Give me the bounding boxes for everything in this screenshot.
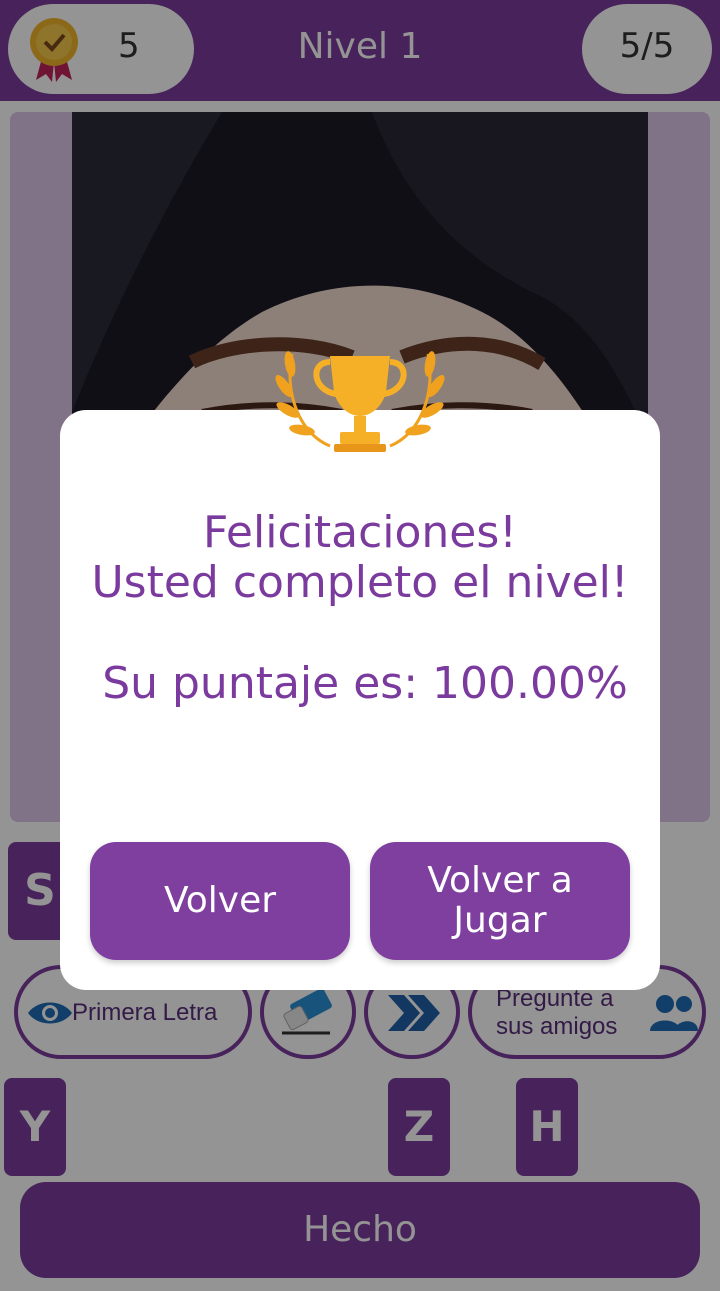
- back-button[interactable]: Volver: [90, 842, 350, 960]
- trophy-icon: [275, 351, 445, 452]
- dialog-title: Felicitaciones! Usted completo el nivel!: [60, 508, 660, 608]
- play-again-button[interactable]: Volver a Jugar: [370, 842, 630, 960]
- score-text: Su puntaje es: 100.00%: [102, 658, 628, 709]
- play-again-line2: Jugar: [453, 900, 547, 941]
- dialog-title-line1: Felicitaciones!: [203, 507, 517, 558]
- dialog-title-line2: Usted completo el nivel!: [91, 557, 629, 608]
- play-again-line1: Volver a: [427, 860, 573, 901]
